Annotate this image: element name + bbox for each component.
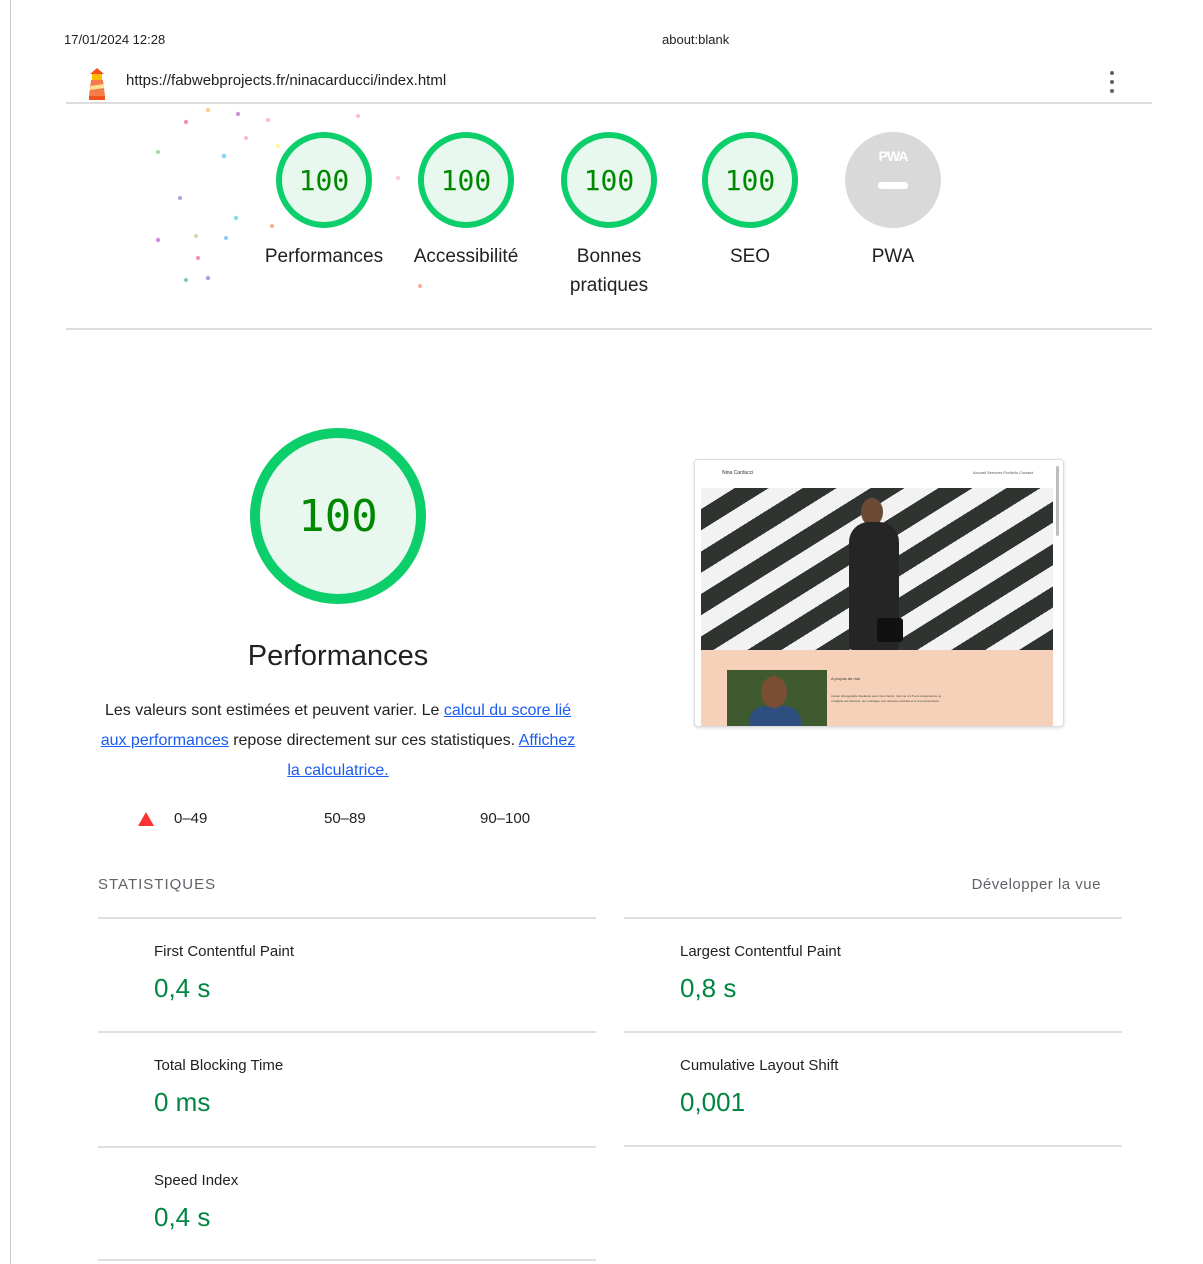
legend-pass: 90–100 — [480, 810, 530, 827]
gauge-pwa[interactable]: PWA PWA — [823, 132, 963, 271]
metric-largest-contentful-paint: Largest Contentful Paint 0,8 s — [624, 917, 1122, 1032]
gauge-score: 100 — [583, 163, 635, 197]
lighthouse-icon — [89, 68, 105, 100]
metric-first-contentful-paint: First Contentful Paint 0,4 s — [98, 917, 596, 1032]
screenshot-scrollbar — [1056, 466, 1059, 536]
metric-value: 0,8 s — [680, 973, 737, 1003]
category-gauges: 100 Performances 100 Accessibilité 100 B… — [0, 132, 1203, 302]
menu-dot — [1110, 89, 1114, 93]
metric-speed-index: Speed Index 0,4 s — [98, 1146, 596, 1261]
gauge-score: 100 — [440, 163, 492, 197]
gauge-ring: 100 — [702, 132, 798, 228]
performance-score: 100 — [298, 490, 378, 542]
final-screenshot[interactable]: Nina Carducci Accueil Services Portfolio… — [694, 459, 1064, 727]
section-divider — [66, 328, 1152, 330]
legend-label: 50–89 — [324, 810, 366, 827]
performance-description: Les valeurs sont estimées et peuvent var… — [100, 696, 576, 786]
gauge-ring: 100 — [561, 132, 657, 228]
screenshot-about-text: Ancien photographe freelance avec mes cl… — [831, 694, 942, 703]
screenshot-navbar: Nina Carducci Accueil Services Portfolio… — [695, 460, 1063, 488]
metric-divider — [624, 1145, 1122, 1147]
gauge-seo[interactable]: 100 SEO — [680, 132, 820, 271]
print-date: 17/01/2024 12:28 — [64, 32, 166, 47]
fail-triangle-icon — [138, 811, 154, 826]
screenshot-portrait-image — [727, 670, 827, 726]
performance-title: Performances — [247, 640, 429, 672]
report-url[interactable]: https://fabwebprojects.fr/ninacarducci/i… — [126, 72, 446, 89]
metric-divider — [98, 1259, 596, 1261]
gauge-ring: 100 — [418, 132, 514, 228]
metric-total-blocking-time: Total Blocking Time 0 ms — [98, 1031, 596, 1146]
metric-label: First Contentful Paint — [154, 943, 295, 960]
gauge-performance[interactable]: 100 Performances — [254, 132, 394, 271]
score-legend: 0–49 50–89 90–100 — [138, 810, 558, 834]
gauge-label: SEO — [729, 246, 771, 267]
legend-fail: 0–49 — [138, 810, 207, 827]
metric-label: Largest Contentful Paint — [680, 943, 841, 960]
metric-value: 0,001 — [680, 1087, 746, 1117]
report-topbar: https://fabwebprojects.fr/ninacarducci/i… — [66, 62, 1152, 104]
gauge-score: 100 — [724, 163, 776, 197]
gauge-label: PWA — [871, 246, 915, 267]
metric-value: 0,4 s — [154, 973, 211, 1003]
portrait-shirt — [749, 706, 801, 726]
metric-value: 0 ms — [154, 1087, 211, 1117]
gauge-accessibility[interactable]: 100 Accessibilité — [396, 132, 536, 271]
print-page-title: about:blank — [662, 32, 730, 47]
legend-average: 50–89 — [324, 810, 366, 827]
kebab-menu-icon[interactable] — [1106, 68, 1118, 96]
gauge-label: Accessibilité — [413, 246, 519, 267]
gauge-score: 100 — [298, 163, 350, 197]
metric-label: Total Blocking Time — [154, 1057, 284, 1074]
screenshot-hero-image — [701, 488, 1053, 650]
performance-gauge: 100 — [250, 428, 426, 604]
pwa-badge-text: PWA — [878, 148, 909, 164]
statistics-heading: STATISTIQUES — [98, 876, 217, 893]
gauge-ring: 100 — [276, 132, 372, 228]
screenshot-about-title: A propos de moi — [831, 676, 860, 681]
portrait-face — [761, 676, 787, 708]
pwa-dash-icon — [878, 182, 908, 189]
screenshot-nav-links: Accueil Services Portfolio Contact — [972, 470, 1033, 475]
desc-text: Les valeurs sont estimées et peuvent var… — [104, 702, 444, 719]
gauge-label: Performances — [264, 246, 384, 267]
desc-text: repose directement sur ces statistiques. — [228, 732, 519, 749]
metric-value: 0,4 s — [154, 1202, 211, 1232]
pwa-badge-icon: PWA — [845, 132, 941, 228]
metric-label: Speed Index — [154, 1172, 239, 1189]
legend-label: 0–49 — [174, 810, 208, 827]
hero-bag — [877, 618, 903, 642]
menu-dot — [1110, 80, 1114, 84]
metric-label: Cumulative Layout Shift — [680, 1057, 839, 1074]
screenshot-brand: Nina Carducci — [722, 470, 754, 476]
legend-label: 90–100 — [480, 810, 531, 827]
gauge-best-practices[interactable]: 100 Bonnes pratiques — [538, 132, 680, 300]
menu-dot — [1110, 71, 1114, 75]
screenshot-about-section: A propos de moi Ancien photographe freel… — [701, 650, 1053, 726]
expand-view-toggle[interactable]: Développer la vue — [972, 876, 1101, 893]
metric-cumulative-layout-shift: Cumulative Layout Shift 0,001 — [624, 1031, 1122, 1146]
gauge-label: Bonnes pratiques — [569, 246, 649, 296]
